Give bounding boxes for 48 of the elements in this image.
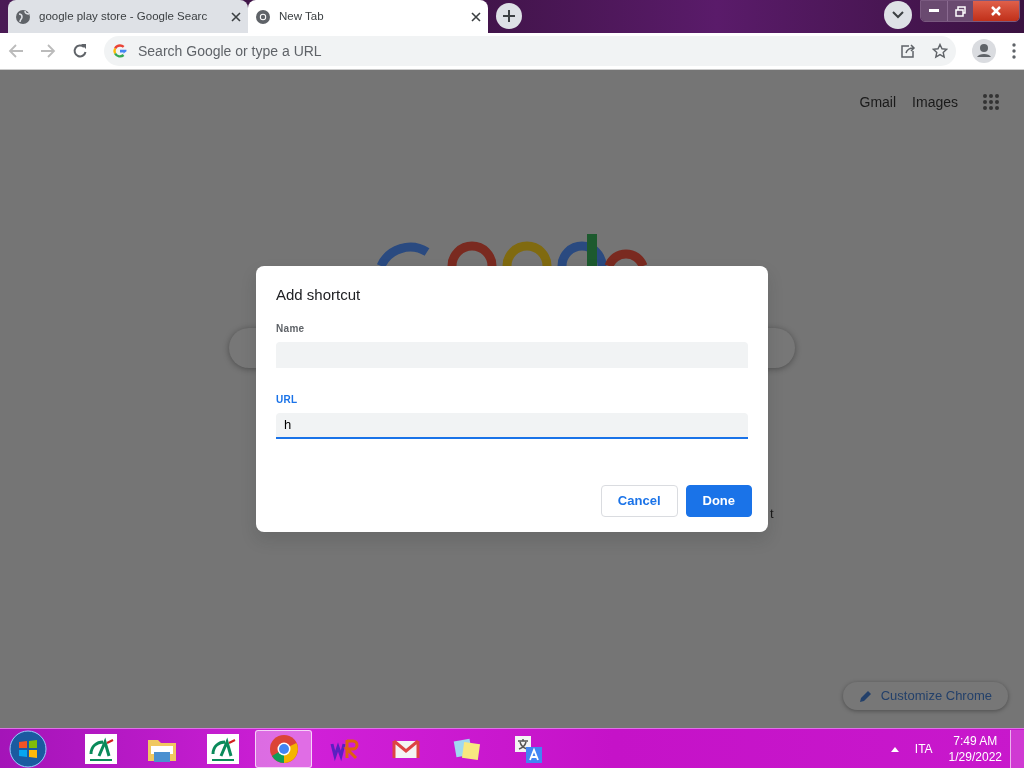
field-label: URL xyxy=(276,392,299,407)
chevron-down-icon xyxy=(892,11,904,19)
done-button[interactable]: Done xyxy=(685,485,752,517)
dialog-title: Add shortcut xyxy=(276,285,362,305)
tab-search-button[interactable] xyxy=(884,1,912,29)
plus-icon xyxy=(502,9,516,23)
star-icon[interactable] xyxy=(932,43,948,59)
header-link[interactable]: Gmail xyxy=(859,91,897,113)
chrome-icon xyxy=(267,733,300,764)
tab-title: New Tab xyxy=(279,8,325,24)
google-g-icon xyxy=(112,43,128,59)
bank-logo-icon xyxy=(84,733,117,764)
reload-icon[interactable] xyxy=(72,43,88,59)
taskbar-app-button[interactable] xyxy=(255,729,312,768)
address-bar[interactable]: Search Google or type a URL xyxy=(104,36,956,66)
customize-chrome-button[interactable]: Customize Chrome xyxy=(842,682,1008,710)
restore-icon xyxy=(955,5,966,17)
start-button[interactable] xyxy=(8,729,48,768)
pencil-icon xyxy=(858,689,873,703)
tab-title: google play store - Google Searc xyxy=(39,8,209,24)
apps-grid-icon[interactable] xyxy=(982,93,1000,111)
shortcut-label: t xyxy=(770,505,775,523)
show-desktop-button[interactable] xyxy=(1010,729,1024,768)
minimize-icon xyxy=(929,9,939,13)
restore-button[interactable] xyxy=(947,1,973,21)
globe-icon xyxy=(15,8,31,25)
clock-date: 1/29/2022 xyxy=(948,748,1002,765)
tray-arrow-icon[interactable] xyxy=(890,745,899,752)
url-field[interactable]: h xyxy=(276,412,748,439)
language-indicator[interactable]: ITA xyxy=(914,739,933,758)
browser-tab[interactable]: New Tab xyxy=(248,0,488,33)
menu-icon[interactable] xyxy=(1012,43,1016,59)
close-window-button[interactable] xyxy=(973,1,1019,21)
button-label: Customize Chrome xyxy=(880,687,992,706)
close-icon[interactable] xyxy=(471,11,481,22)
close-icon[interactable] xyxy=(231,11,241,22)
share-icon[interactable] xyxy=(900,43,916,59)
bank-logo-icon xyxy=(206,733,239,764)
profile-icon[interactable] xyxy=(972,39,996,63)
clock-time: 7:49 AM xyxy=(953,732,998,749)
new-tab-button[interactable] xyxy=(496,3,522,29)
cancel-button[interactable]: Cancel xyxy=(600,485,678,517)
browser-tab[interactable]: google play store - Google Searc xyxy=(8,0,248,33)
minimize-button[interactable] xyxy=(921,1,947,21)
close-icon xyxy=(990,6,1002,16)
header-link[interactable]: Images xyxy=(912,91,958,113)
field-label: Name xyxy=(276,321,306,336)
chrome-icon xyxy=(255,8,271,25)
